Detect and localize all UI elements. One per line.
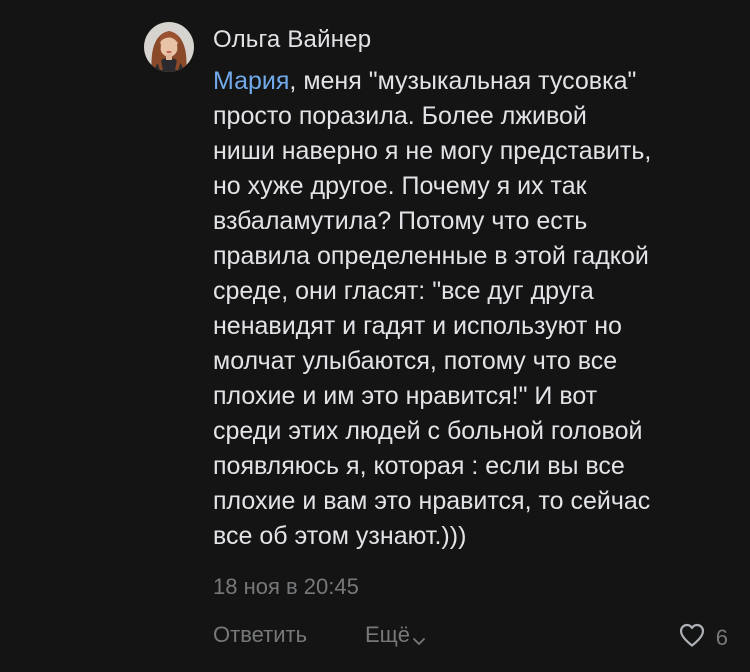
avatar[interactable] <box>144 22 194 72</box>
heart-icon <box>678 622 716 654</box>
comment-actions: Ответить Ещё 6 <box>213 622 728 656</box>
more-button[interactable]: Ещё <box>365 622 426 648</box>
comment: Ольга Вайнер Мария, меня "музыкальная ту… <box>0 0 750 672</box>
chevron-down-icon <box>412 628 426 645</box>
reply-button[interactable]: Ответить <box>213 622 307 648</box>
like-count: 6 <box>715 625 728 650</box>
more-label: Ещё <box>365 622 411 647</box>
comment-author[interactable]: Ольга Вайнер <box>213 26 371 54</box>
comment-timestamp[interactable]: 18 ноя в 20:45 <box>213 574 359 600</box>
like-button[interactable]: 6 <box>678 622 728 654</box>
comment-body: , меня "музыкальная тусовка" просто пора… <box>213 67 652 550</box>
comment-text: Мария, меня "музыкальная тусовка" просто… <box>213 64 733 554</box>
mention-link[interactable]: Мария <box>213 67 289 95</box>
